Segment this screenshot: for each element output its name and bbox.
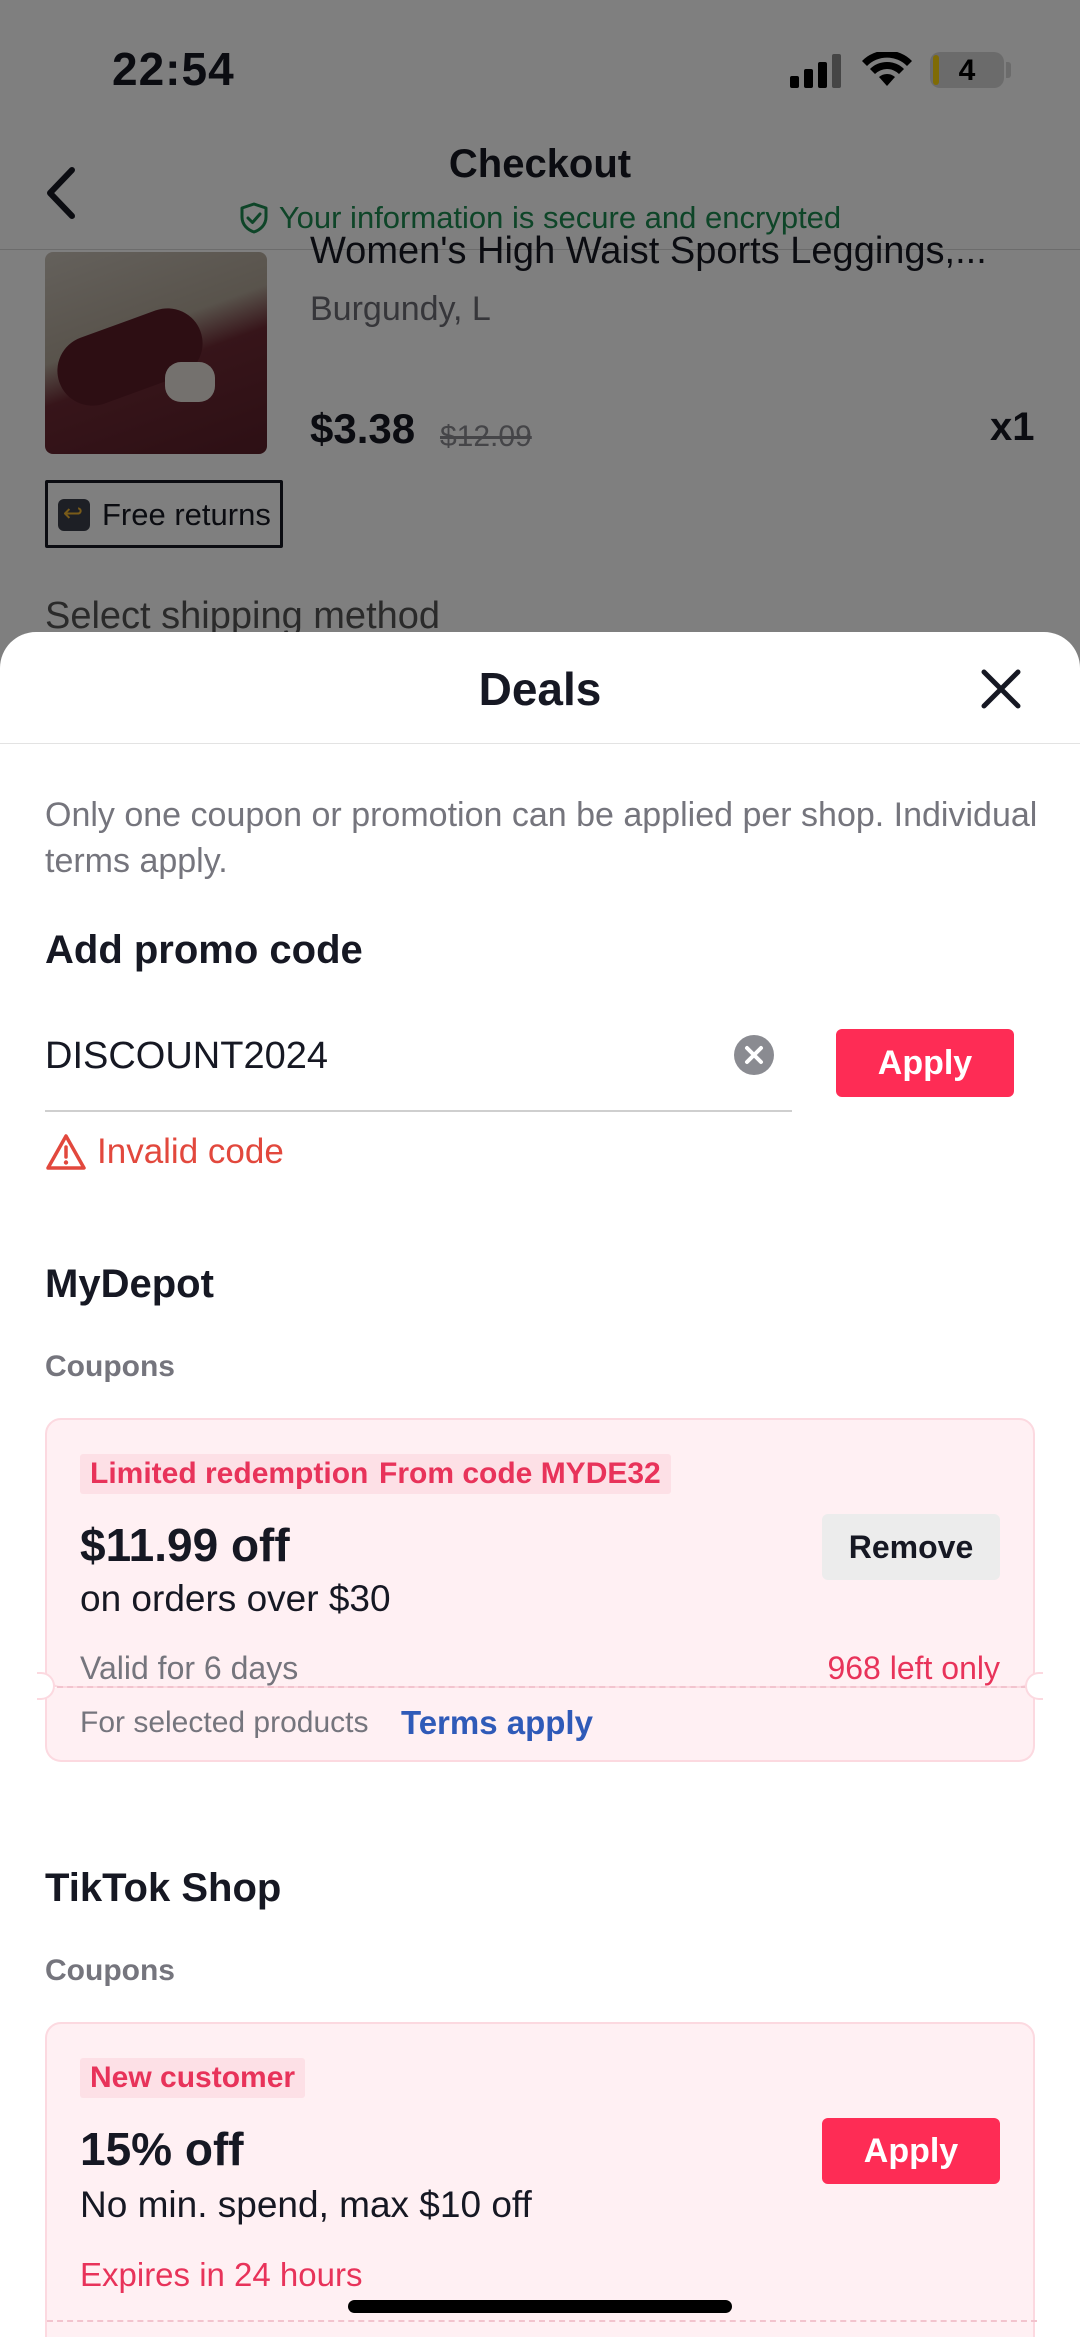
coupon-divider — [47, 2320, 1037, 2322]
coupon-tag: New customer — [80, 2058, 306, 2098]
deals-notice: Only one coupon or promotion can be appl… — [45, 796, 1038, 880]
modal-overlay[interactable] — [0, 0, 1080, 700]
shop-name-tiktok-shop: TikTok Shop — [45, 1866, 282, 1910]
coupon-condition: No min. spend, max $10 off — [80, 2184, 532, 2225]
warning-icon — [46, 1134, 86, 1170]
coupon-tag: Limited redemption — [80, 1454, 379, 1494]
apply-coupon-button[interactable]: Apply — [822, 2118, 1000, 2184]
shop-name-mydepot: MyDepot — [45, 1262, 214, 1306]
promo-code-input[interactable] — [45, 1024, 705, 1088]
sheet-header: Deals — [0, 632, 1080, 744]
terms-link[interactable]: Terms apply — [401, 1704, 593, 1742]
coupon-card-tiktok-shop[interactable]: New customer 15% off No min. spend, max … — [45, 2022, 1037, 2337]
coupon-expiry: Expires in 24 hours — [80, 2256, 363, 2293]
coupon-remaining: 968 left only — [827, 1650, 1000, 1686]
close-icon[interactable] — [978, 666, 1024, 712]
coupon-scope: For selected products — [80, 1706, 369, 1739]
coupons-label: Coupons — [45, 1954, 175, 1987]
coupon-amount: 15% off — [80, 2123, 244, 2175]
remove-coupon-button[interactable]: Remove — [822, 1514, 1000, 1580]
coupon-divider — [47, 1686, 1037, 1688]
deals-sheet: Deals Only one coupon or promotion can b… — [0, 632, 1080, 2337]
clear-input-icon[interactable] — [733, 1034, 775, 1076]
promo-error: Invalid code — [45, 1132, 284, 1172]
coupon-notch — [1025, 1672, 1043, 1700]
apply-promo-button[interactable]: Apply — [836, 1029, 1014, 1097]
coupon-validity: Valid for 6 days — [80, 1650, 299, 1686]
coupon-card-mydepot[interactable]: Limited redemption From code MYDE32 $11.… — [45, 1418, 1035, 1688]
coupon-condition: on orders over $30 — [80, 1578, 391, 1619]
promo-heading: Add promo code — [45, 928, 363, 972]
coupon-footer-mydepot: For selected products Terms apply — [37, 1672, 1043, 1762]
coupon-amount: $11.99 off — [80, 1519, 290, 1571]
promo-field — [45, 1012, 792, 1112]
sheet-title: Deals — [478, 663, 602, 715]
coupons-label: Coupons — [45, 1350, 175, 1383]
coupon-tag: From code MYDE32 — [369, 1454, 671, 1494]
home-indicator[interactable] — [348, 2300, 732, 2313]
promo-error-text: Invalid code — [97, 1132, 284, 1171]
